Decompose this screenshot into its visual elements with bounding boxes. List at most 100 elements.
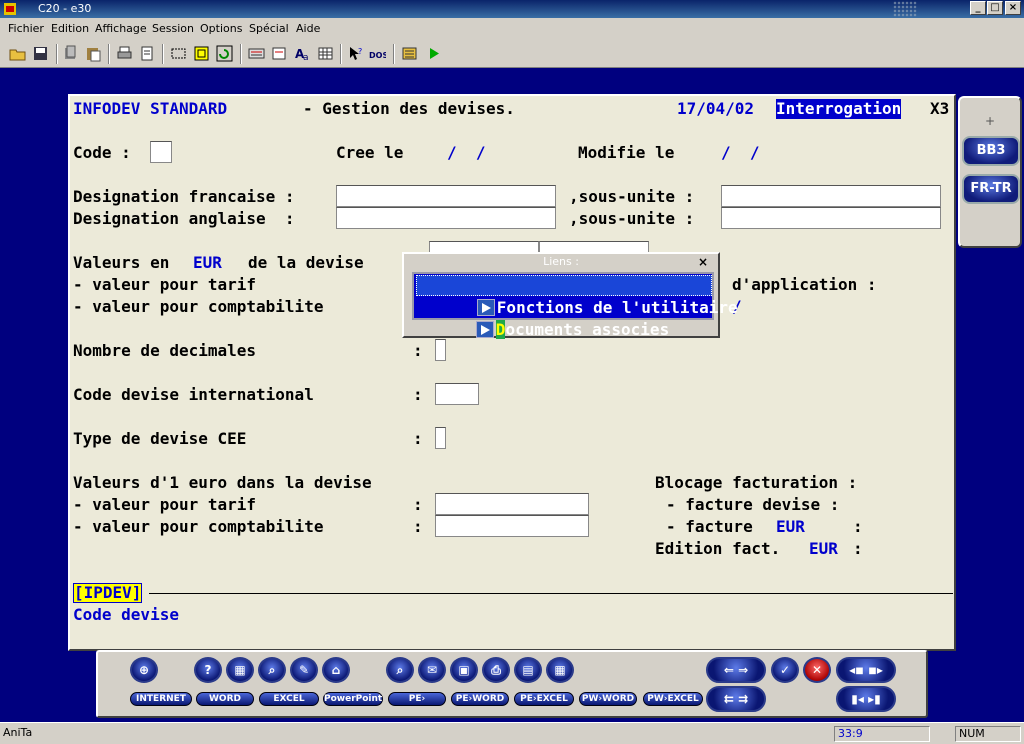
pointer-help-icon[interactable]: ? [347,45,364,62]
code-field[interactable] [150,141,172,163]
blocage-label: Blocage facturation : [655,473,858,492]
facture-devise-label: - facture devise : [666,495,840,514]
powerpoint-button[interactable]: PowerPoint [323,692,383,706]
maximize-button[interactable]: □ [987,1,1003,15]
window-title: C20 - e30 [38,2,92,15]
toolbar-separator [240,44,242,64]
menu-edition[interactable]: Edition [51,22,89,35]
sous-unite-en-field[interactable] [721,207,941,229]
valeur-tarif-euro-label: - valeur pour tarif [73,495,257,514]
keyboard-icon[interactable] [248,45,265,62]
edition-fact-label: Edition fact. [655,539,781,558]
macro-icon[interactable] [401,45,418,62]
side-plus[interactable]: + [960,114,1020,128]
screen-code-badge: [IPDEV] [73,583,143,603]
bb3-button[interactable]: BB3 [962,136,1020,166]
popup-item-documents[interactable]: Documents associes [416,298,712,339]
pe-word-button[interactable]: PE›WORD [451,692,509,706]
popup-item-fonctions[interactable]: Fonctions de l'utilitaire [416,275,738,317]
pw-excel-button[interactable]: PW›EXCEL [643,692,703,706]
paste-icon[interactable] [85,45,102,62]
prev-next-icon[interactable]: ⇐ ⇒ [706,657,766,683]
house-icon[interactable]: ⌂ [322,657,350,683]
popup-close-button[interactable]: × [698,254,708,270]
type-cee-field[interactable] [435,427,446,449]
toolbar-separator [393,44,395,64]
dos-icon[interactable]: DOS [369,45,386,62]
designation-en-field[interactable] [336,207,556,229]
image-icon[interactable]: ▤ [514,657,542,683]
menu-affichage[interactable]: Affichage [95,22,147,35]
bottom-control-bar: ⊕ ? ▦ ⌕ ✎ ⌂ ⌕ ✉ ▣ ⎙ ▤ ▦ INTERNET WORD EX… [96,650,928,718]
sous-unite-en-label: ,sous-unite : [569,209,695,228]
valeur-compta-euro-field[interactable] [435,515,589,537]
valeur-tarif-euro-field[interactable] [435,493,589,515]
valeurs-euro-label: Valeurs d'1 euro dans la devise [73,473,372,492]
first-last-icon[interactable]: ◂◾ ◾▸ [836,657,896,683]
mail-icon[interactable]: ✉ [418,657,446,683]
validate-icon[interactable]: ✓ [771,657,799,683]
tools-icon[interactable]: ✎ [290,657,318,683]
sous-unite-fr-field[interactable] [721,185,941,207]
rectangle-select-icon[interactable] [170,45,187,62]
refresh-icon[interactable] [216,45,233,62]
zoom-icon[interactable]: ⌕ [258,657,286,683]
save-icon[interactable] [32,45,49,62]
links-popup: Liens : × Fonctions de l'utilitaire Docu… [402,252,738,339]
close-button[interactable]: × [1005,1,1021,15]
printer-icon[interactable]: ⎙ [482,657,510,683]
designation-fr-field[interactable] [336,185,556,207]
status-bar: AniTa 33:9 NUM [0,722,1024,744]
type-cee-label: Type de devise CEE [73,429,247,448]
svg-text:a: a [303,53,309,62]
cut-icon[interactable] [62,45,79,62]
menu-special[interactable]: Spécial [249,22,289,35]
screen-date: 17/04/02 [677,99,755,118]
open-folder-icon[interactable] [9,45,26,62]
menu-session[interactable]: Session [152,22,194,35]
toolbar-separator [108,44,110,64]
decor-dots [893,1,917,17]
menu-options[interactable]: Options [200,22,242,35]
text-cursor: D [495,320,506,339]
code-label: Code : [73,143,131,162]
pw-word-button[interactable]: PW›WORD [579,692,637,706]
edit-icon[interactable] [271,45,288,62]
menu-fichier[interactable]: Fichier [8,22,44,35]
network-icon[interactable]: ▣ [450,657,478,683]
menu-aide[interactable]: Aide [296,22,320,35]
internet-button[interactable]: INTERNET [130,692,192,706]
play-icon[interactable] [425,45,442,62]
cancel-icon[interactable]: ✕ [803,657,831,683]
frame-icon[interactable] [193,45,210,62]
print-preview-icon[interactable] [139,45,156,62]
mode-badge: Interrogation [776,99,902,119]
status-num: NUM [955,726,1021,742]
excel-button[interactable]: EXCEL [259,692,319,706]
code-intl-field[interactable] [435,383,479,405]
grid-icon[interactable] [317,45,334,62]
designation-fr-label: Designation francaise : [73,187,295,206]
search-doc-icon[interactable]: ⌕ [386,657,414,683]
font-icon[interactable]: Aa [294,45,311,62]
status-user: AniTa [3,726,33,739]
target-icon[interactable]: ⊕ [130,657,158,683]
word-button[interactable]: WORD [196,692,254,706]
designation-en-label: Designation anglaise : [73,209,295,228]
block-nav-icon[interactable]: ▮◂ ▸▮ [836,686,896,712]
screen-title: - Gestion des devises. [303,99,515,118]
cree-label: Cree le [336,143,404,162]
pe-excel-button[interactable]: PE›EXCEL [514,692,574,706]
table-icon[interactable]: ▦ [226,657,254,683]
valeur-tarif-label: - valeur pour tarif [73,275,257,294]
code-intl-colon: : [413,385,423,404]
minimize-button[interactable]: _ [970,1,986,15]
help-line: Code devise [73,605,179,624]
page-nav-icon[interactable]: ⇇ ⇉ [706,686,766,712]
mode-code: X3 [930,99,950,118]
pe-delete-button[interactable]: PE› [388,692,446,706]
print-icon[interactable] [116,45,133,62]
help-icon[interactable]: ? [194,657,222,683]
fr-tr-button[interactable]: FR-TR [962,174,1020,204]
calculator-icon[interactable]: ▦ [546,657,574,683]
